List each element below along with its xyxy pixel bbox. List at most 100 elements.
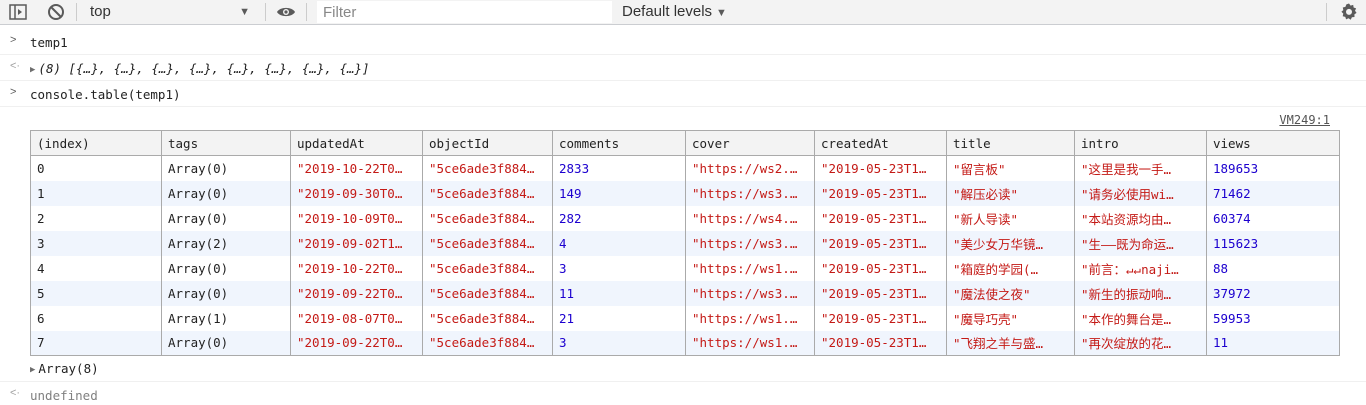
column-header-intro[interactable]: intro <box>1074 130 1207 156</box>
table-cell-views: 59953 <box>1206 305 1340 331</box>
table-cell-tags: Array(0) <box>161 280 291 306</box>
table-cell-title: "留言板" <box>946 155 1075 181</box>
table-cell-updatedat: "2019-09-22T0… <box>290 330 423 356</box>
console-output-row[interactable]: <· ▶ (8) [{…}, {…}, {…}, {…}, {…}, {…}, {… <box>0 56 1366 81</box>
table-cell-cover: "https://ws2.… <box>685 155 815 181</box>
table-row: 6 Array(1) "2019-08-07T0… "5ce6ade3f884… 21 "… <box>30 305 1340 331</box>
table-cell-createdat: "2019-05-23T1… <box>814 255 947 281</box>
table-cell-tags: Array(0) <box>161 180 291 206</box>
table-cell-objectid: "5ce6ade3f884… <box>422 180 553 206</box>
settings-gear-icon[interactable] <box>1338 2 1360 22</box>
table-cell-updatedat: "2019-10-09T0… <box>290 205 423 231</box>
table-cell-views: 189653 <box>1206 155 1340 181</box>
clear-console-icon[interactable] <box>45 2 67 22</box>
context-selector[interactable]: top ▼ <box>84 1 256 23</box>
eye-icon[interactable] <box>275 2 297 22</box>
input-prompt-icon: > <box>10 34 17 46</box>
table-cell-title: "魔法使之夜" <box>946 280 1075 306</box>
table-cell-title: "解压必读" <box>946 180 1075 206</box>
sidebar-toggle-icon[interactable] <box>7 2 29 22</box>
column-header-comments[interactable]: comments <box>552 130 686 156</box>
table-cell-title: "箱庭的学园(… <box>946 255 1075 281</box>
expand-triangle-icon[interactable]: ▶ <box>30 65 35 75</box>
table-cell-tags: Array(0) <box>161 205 291 231</box>
table-cell-index: 2 <box>30 205 162 231</box>
table-cell-createdat: "2019-05-23T1… <box>814 230 947 256</box>
table-cell-updatedat: "2019-10-22T0… <box>290 155 423 181</box>
table-cell-tags: Array(2) <box>161 230 291 256</box>
table-cell-index: 7 <box>30 330 162 356</box>
dropdown-arrow-icon: ▼ <box>239 6 250 18</box>
dropdown-arrow-icon: ▼ <box>716 7 727 19</box>
table-cell-comments: 4 <box>552 230 686 256</box>
table-cell-createdat: "2019-05-23T1… <box>814 180 947 206</box>
table-array-summary-row[interactable]: ▶ Array(8) <box>0 358 1366 380</box>
table-cell-views: 71462 <box>1206 180 1340 206</box>
array-summary[interactable]: ▶ Array(8) <box>30 361 99 376</box>
table-cell-cover: "https://ws3.… <box>685 280 815 306</box>
table-cell-views: 11 <box>1206 330 1340 356</box>
table-cell-comments: 149 <box>552 180 686 206</box>
table-cell-views: 37972 <box>1206 280 1340 306</box>
column-header-index[interactable]: (index) <box>30 130 162 156</box>
table-cell-createdat: "2019-05-23T1… <box>814 305 947 331</box>
table-cell-title: "飞翔之羊与盛… <box>946 330 1075 356</box>
table-cell-createdat: "2019-05-23T1… <box>814 280 947 306</box>
table-cell-createdat: "2019-05-23T1… <box>814 155 947 181</box>
table-cell-index: 3 <box>30 230 162 256</box>
column-header-views[interactable]: views <box>1206 130 1340 156</box>
table-cell-comments: 3 <box>552 330 686 356</box>
input-prompt-icon: > <box>10 86 17 98</box>
log-levels-label: Default levels <box>622 3 713 20</box>
toolbar-divider <box>76 3 77 21</box>
table-cell-comments: 2833 <box>552 155 686 181</box>
column-header-cover[interactable]: cover <box>685 130 815 156</box>
context-label: top <box>90 3 111 20</box>
column-header-updatedat[interactable]: updatedAt <box>290 130 423 156</box>
table-cell-cover: "https://ws3.… <box>685 230 815 256</box>
console-result-row: <· undefined <box>0 381 1366 405</box>
table-cell-tags: Array(0) <box>161 255 291 281</box>
expand-triangle-icon[interactable]: ▶ <box>30 365 35 375</box>
log-levels-dropdown[interactable]: Default levels ▼ <box>622 1 727 23</box>
table-cell-createdat: "2019-05-23T1… <box>814 330 947 356</box>
table-cell-objectid: "5ce6ade3f884… <box>422 255 553 281</box>
toolbar-divider <box>265 3 266 21</box>
table-cell-intro: "本站资源均由… <box>1074 205 1207 231</box>
table-cell-updatedat: "2019-10-22T0… <box>290 255 423 281</box>
table-cell-intro: "本作的舞台是… <box>1074 305 1207 331</box>
array-preview-value: [{…}, {…}, {…}, {…}, {…}, {…}, {…}, {…}] <box>68 61 370 76</box>
column-header-title[interactable]: title <box>946 130 1075 156</box>
table-cell-tags: Array(1) <box>161 305 291 331</box>
result-value: undefined <box>30 388 98 403</box>
table-cell-updatedat: "2019-09-30T0… <box>290 180 423 206</box>
table-cell-objectid: "5ce6ade3f884… <box>422 230 553 256</box>
table-cell-objectid: "5ce6ade3f884… <box>422 330 553 356</box>
table-cell-comments: 21 <box>552 305 686 331</box>
column-header-tags[interactable]: tags <box>161 130 291 156</box>
table-cell-comments: 11 <box>552 280 686 306</box>
console-table: (index) tags updatedAt objectId comments cove… <box>30 130 1340 356</box>
table-cell-objectid: "5ce6ade3f884… <box>422 280 553 306</box>
table-cell-title: "美少女万华镜… <box>946 230 1075 256</box>
column-header-objectid[interactable]: objectId <box>422 130 553 156</box>
table-cell-cover: "https://ws3.… <box>685 180 815 206</box>
table-header-row: (index) tags updatedAt objectId comments cove… <box>30 130 1340 156</box>
column-header-createdat[interactable]: createdAt <box>814 130 947 156</box>
table-cell-cover: "https://ws1.… <box>685 255 815 281</box>
filter-input[interactable] <box>317 1 612 23</box>
console-input-row: > temp1 <box>0 30 1366 55</box>
console-input-text: temp1 <box>30 35 68 50</box>
table-row: 4 Array(0) "2019-10-22T0… "5ce6ade3f884… 3 "h… <box>30 255 1340 281</box>
toolbar-divider <box>306 3 307 21</box>
toolbar-divider <box>1326 3 1327 21</box>
table-row: 0 Array(0) "2019-10-22T0… "5ce6ade3f884… 283… <box>30 155 1340 181</box>
table-cell-cover: "https://ws1.… <box>685 330 815 356</box>
output-return-icon: <· <box>10 387 21 399</box>
table-cell-intro: "生——既为命运… <box>1074 230 1207 256</box>
array-preview[interactable]: ▶ (8) [{…}, {…}, {…}, {…}, {…}, {…}, {…},… <box>30 61 370 76</box>
table-cell-intro: "这里是我一手… <box>1074 155 1207 181</box>
source-link[interactable]: VM249:1 <box>1279 113 1330 127</box>
table-cell-title: "新人导读" <box>946 205 1075 231</box>
array-summary-label: Array(8) <box>38 361 99 376</box>
